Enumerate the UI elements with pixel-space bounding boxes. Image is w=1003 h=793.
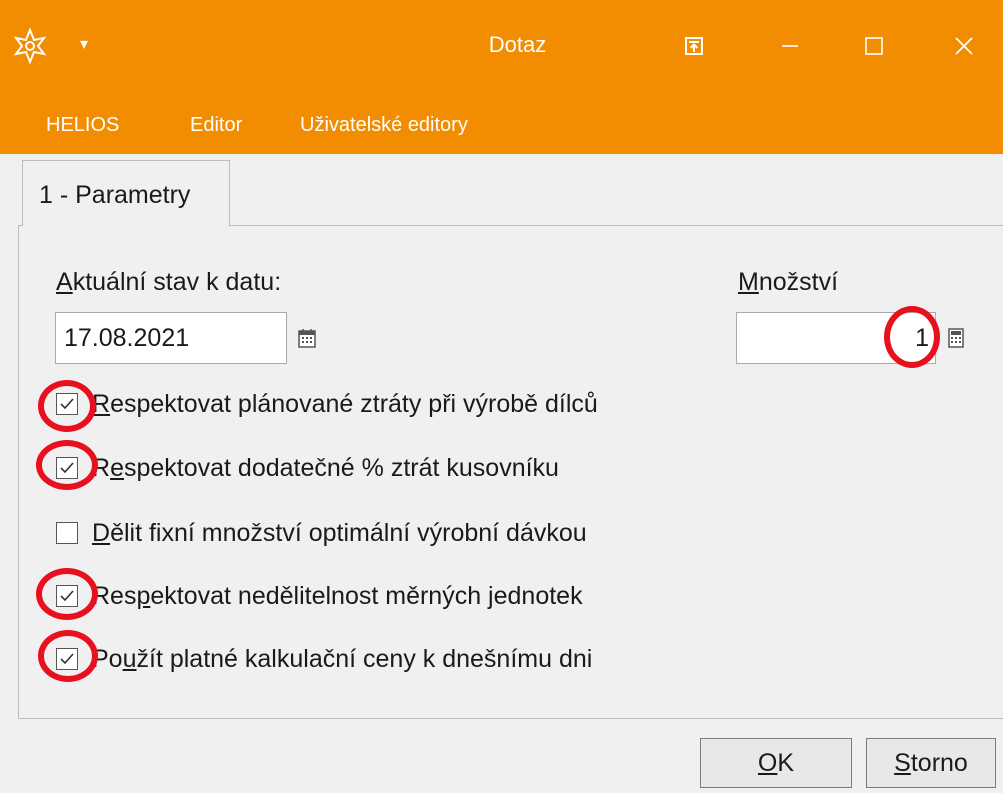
pin-icon: [685, 37, 703, 55]
menu-item-helios[interactable]: HELIOS: [46, 114, 119, 137]
checkbox[interactable]: [56, 522, 78, 544]
checkbox[interactable]: [56, 585, 78, 607]
menu-item-user-editors[interactable]: Uživatelské editory: [300, 114, 468, 137]
checkbox[interactable]: [56, 393, 78, 415]
menu-item-editor[interactable]: Editor: [190, 114, 242, 137]
tab-parametry[interactable]: 1 - Parametry: [22, 160, 230, 226]
checkbox-label: Respektovat dodatečné % ztrát kusovníku: [92, 453, 559, 482]
minimize-icon: [782, 45, 798, 47]
maximize-icon: [865, 37, 883, 55]
date-picker-button[interactable]: [287, 312, 327, 364]
cancel-button[interactable]: Storno: [866, 738, 996, 788]
checkbox-label: Respektovat nedělitelnost měrných jednot…: [92, 581, 583, 610]
checkbox[interactable]: [56, 457, 78, 479]
checkbox-label: Použít platné kalkulační ceny k dnešnímu…: [92, 644, 593, 673]
close-icon: [955, 37, 973, 55]
checkmark-icon: [60, 653, 74, 665]
checkbox-row-divide-fixed-quantity[interactable]: Dělit fixní množství optimální výrobní d…: [56, 515, 587, 551]
checkbox-row-current-prices[interactable]: Použít platné kalkulační ceny k dnešnímu…: [56, 641, 592, 677]
minimize-button[interactable]: [760, 20, 820, 72]
checkbox-row-additional-losses[interactable]: Respektovat dodatečné % ztrát kusovníku: [56, 450, 559, 486]
checkbox-label: Respektovat plánované ztráty při výrobě …: [92, 389, 598, 418]
checkmark-icon: [60, 590, 74, 602]
maximize-button[interactable]: [844, 20, 904, 72]
checkmark-icon: [60, 462, 74, 474]
checkbox-row-planned-losses[interactable]: Respektovat plánované ztráty při výrobě …: [56, 386, 598, 422]
ok-button[interactable]: OK: [700, 738, 852, 788]
date-input[interactable]: 17.08.2021: [55, 312, 287, 364]
checkbox-row-indivisible-units[interactable]: Respektovat nedělitelnost měrných jednot…: [56, 578, 583, 614]
checkbox-label: Dělit fixní množství optimální výrobní d…: [92, 518, 587, 547]
calendar-icon: [298, 329, 316, 348]
menu-bar: HELIOS Editor Uživatelské editory: [0, 100, 1003, 154]
date-label: Aktuální stav k datu:: [56, 268, 282, 296]
quantity-label: Množství: [738, 268, 839, 296]
checkbox[interactable]: [56, 648, 78, 670]
calculator-button[interactable]: [936, 312, 976, 364]
pin-button[interactable]: [664, 20, 724, 72]
checkmark-icon: [60, 398, 74, 410]
title-bar: ▾ Dotaz HELIOS Editor Uživatelské editor…: [0, 0, 1003, 154]
calculator-icon: [948, 328, 964, 348]
quantity-input[interactable]: 1: [736, 312, 936, 364]
close-button[interactable]: [934, 20, 994, 72]
